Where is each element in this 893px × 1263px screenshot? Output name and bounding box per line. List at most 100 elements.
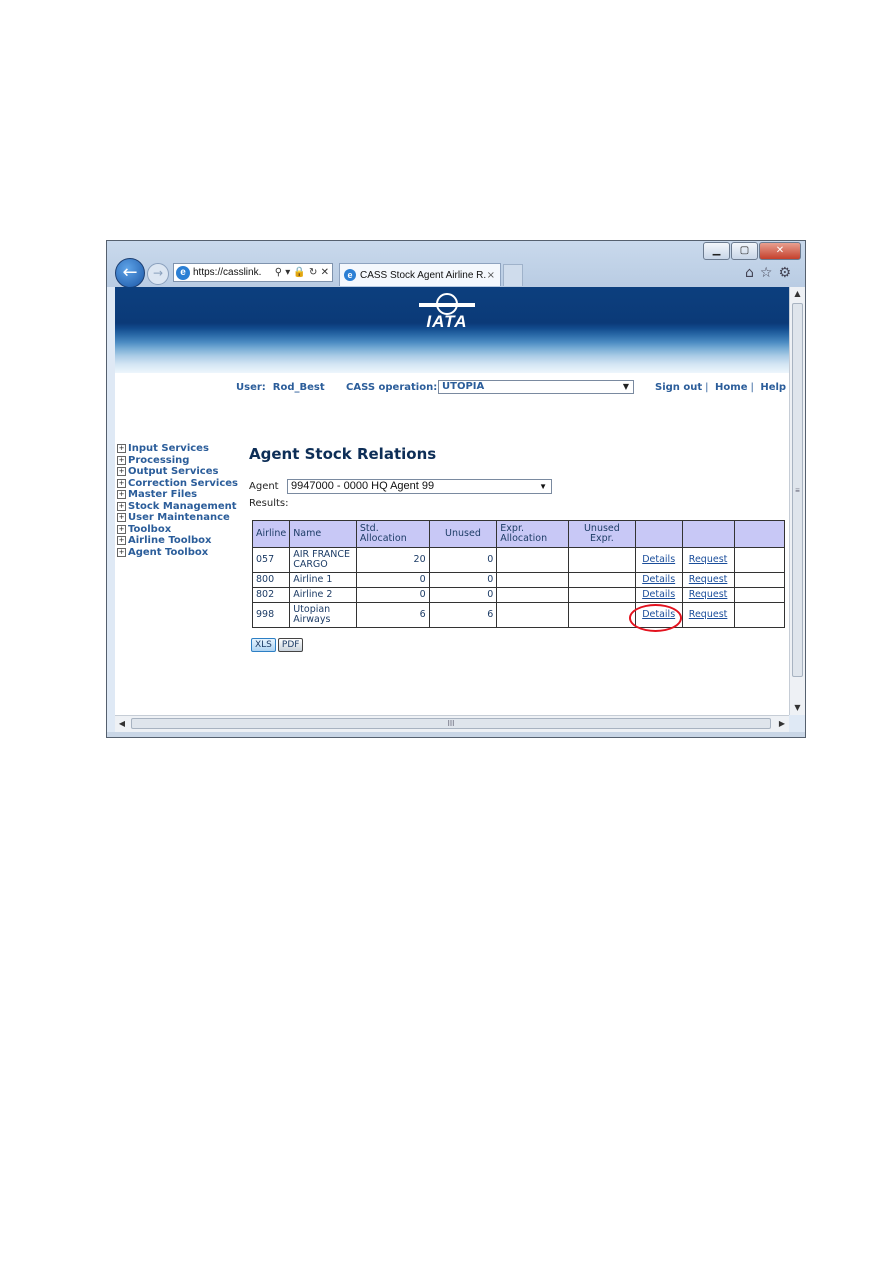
menu-label[interactable]: Agent Toolbox <box>128 547 208 558</box>
link-separator: | <box>750 382 754 393</box>
scroll-right-icon[interactable]: ▶ <box>775 716 789 732</box>
help-link[interactable]: Help <box>760 382 786 393</box>
user-bar: User: Rod_Best CASS operation: UTOPIA ▼ … <box>115 380 789 396</box>
expand-icon[interactable]: + <box>117 524 126 534</box>
cell-blank <box>733 602 786 628</box>
menu-item-master-files[interactable]: + Master Files <box>117 489 238 501</box>
col-blank <box>733 520 786 548</box>
expand-icon[interactable]: + <box>117 513 126 522</box>
cell-details: Details <box>634 572 683 588</box>
operation-select[interactable]: UTOPIA ▼ <box>438 380 634 394</box>
expand-icon[interactable]: + <box>117 455 126 465</box>
forward-arrow-icon[interactable]: → <box>147 263 169 285</box>
header-links: Sign out | Home | Help <box>655 382 786 393</box>
expand-icon[interactable]: + <box>117 536 126 545</box>
new-tab-button[interactable] <box>503 264 523 286</box>
menu-label[interactable]: Output Services <box>128 466 218 477</box>
cell-request: Request <box>681 572 735 588</box>
cell-blank <box>733 587 786 603</box>
request-link[interactable]: Request <box>689 574 728 585</box>
tab-close-icon[interactable]: × <box>487 270 495 281</box>
details-link[interactable]: Details <box>642 589 675 600</box>
cell-request: Request <box>681 547 735 573</box>
scroll-left-icon[interactable]: ◀ <box>115 716 129 732</box>
restore-button[interactable]: ▢ <box>731 242 758 260</box>
horizontal-scrollbar[interactable]: ◀ III ▶ <box>115 715 789 732</box>
ie-logo-icon: e <box>176 265 190 280</box>
user-info: User: Rod_Best <box>236 382 325 393</box>
cell-unused: 0 <box>428 587 498 603</box>
expand-icon[interactable]: + <box>117 444 126 453</box>
back-arrow-icon[interactable]: ← <box>115 258 145 288</box>
expand-icon[interactable]: + <box>117 490 126 499</box>
menu-item-airline-toolbox[interactable]: + Airline Toolbox <box>117 535 238 547</box>
minimize-button[interactable]: ▁ <box>703 242 730 260</box>
table-row: 802 Airline 2 0 0 Details Request <box>251 587 786 603</box>
menu-item-user-maintenance[interactable]: + User Maintenance <box>117 512 238 524</box>
agent-label: Agent <box>249 481 279 492</box>
scroll-down-icon[interactable]: ▼ <box>790 701 805 715</box>
agent-value: 9947000 - 0000 HQ Agent 99 <box>291 480 435 492</box>
iata-banner: IATA <box>115 287 789 373</box>
menu-label[interactable]: User Maintenance <box>128 512 230 523</box>
cell-std-allocation: 20 <box>355 547 430 573</box>
address-url[interactable]: https://casslink. <box>193 267 275 278</box>
menu-label[interactable]: Stock Management <box>128 501 237 512</box>
table-header-row: Airline Name Std. Allocation Unused Expr.… <box>251 520 786 548</box>
menu-item-input-services[interactable]: + Input Services <box>117 443 238 455</box>
cell-expr-allocation <box>496 602 570 628</box>
cell-unused-expr <box>568 572 636 588</box>
menu-label[interactable]: Processing <box>128 455 189 466</box>
menu-label[interactable]: Toolbox <box>128 524 171 535</box>
user-name: Rod_Best <box>272 382 325 393</box>
menu-item-stock-management[interactable]: + Stock Management <box>117 501 238 513</box>
address-bar[interactable]: e https://casslink. ⚲ ▾ 🔒 ↻ ✕ <box>173 263 333 282</box>
col-name: Name <box>289 520 357 548</box>
sign-out-link[interactable]: Sign out <box>655 382 702 393</box>
details-link[interactable]: Details <box>642 609 675 620</box>
menu-item-agent-toolbox[interactable]: + Agent Toolbox <box>117 547 238 559</box>
horizontal-scroll-thumb[interactable]: III <box>131 718 771 729</box>
menu-label[interactable]: Correction Services <box>128 478 238 489</box>
scroll-up-icon[interactable]: ▲ <box>790 287 805 301</box>
menu-item-output-services[interactable]: + Output Services <box>117 466 238 478</box>
details-link[interactable]: Details <box>642 574 675 585</box>
results-label: Results: <box>249 498 289 509</box>
cell-airline: 057 <box>251 547 291 573</box>
browser-tab[interactable]: e CASS Stock Agent Airline R... × <box>339 263 501 286</box>
cell-expr-allocation <box>496 572 570 588</box>
col-std-allocation: Std. Allocation <box>355 520 430 548</box>
expand-icon[interactable]: + <box>117 547 126 557</box>
request-link[interactable]: Request <box>689 554 728 565</box>
request-link[interactable]: Request <box>689 609 728 620</box>
request-link[interactable]: Request <box>689 589 728 600</box>
pdf-export-button[interactable]: PDF <box>277 638 304 652</box>
menu-label[interactable]: Input Services <box>128 443 209 454</box>
cell-expr-allocation <box>496 547 570 573</box>
menu-item-toolbox[interactable]: + Toolbox <box>117 524 238 536</box>
home-favorites-settings-icons[interactable]: ⌂☆⚙ <box>745 265 797 281</box>
menu-label[interactable]: Airline Toolbox <box>128 535 211 546</box>
cell-std-allocation: 0 <box>355 587 430 603</box>
col-expr-allocation: Expr. Allocation <box>496 520 570 548</box>
vertical-scroll-thumb[interactable]: ≡ <box>792 303 803 677</box>
expand-icon[interactable]: + <box>117 478 126 488</box>
expand-icon[interactable]: + <box>117 501 126 511</box>
xls-export-button[interactable]: XLS <box>251 638 276 652</box>
cell-name: Airline 1 <box>289 572 357 588</box>
details-link[interactable]: Details <box>642 554 675 565</box>
home-link[interactable]: Home <box>715 382 747 393</box>
page-title: Agent Stock Relations <box>249 445 437 463</box>
cell-name: Utopian Airways <box>289 602 357 628</box>
address-controls[interactable]: ⚲ ▾ 🔒 ↻ ✕ <box>275 267 329 278</box>
cell-std-allocation: 0 <box>355 572 430 588</box>
expand-icon[interactable]: + <box>117 467 126 476</box>
close-window-button[interactable]: ✕ <box>759 242 801 260</box>
menu-label[interactable]: Master Files <box>128 489 197 500</box>
agent-select[interactable]: 9947000 - 0000 HQ Agent 99 ▼ <box>287 479 552 494</box>
vertical-scrollbar[interactable]: ▲ ≡ ▼ <box>789 287 805 715</box>
cell-unused-expr <box>568 587 636 603</box>
menu-item-correction-services[interactable]: + Correction Services <box>117 478 238 490</box>
col-unused: Unused <box>428 520 498 548</box>
menu-item-processing[interactable]: + Processing <box>117 455 238 467</box>
